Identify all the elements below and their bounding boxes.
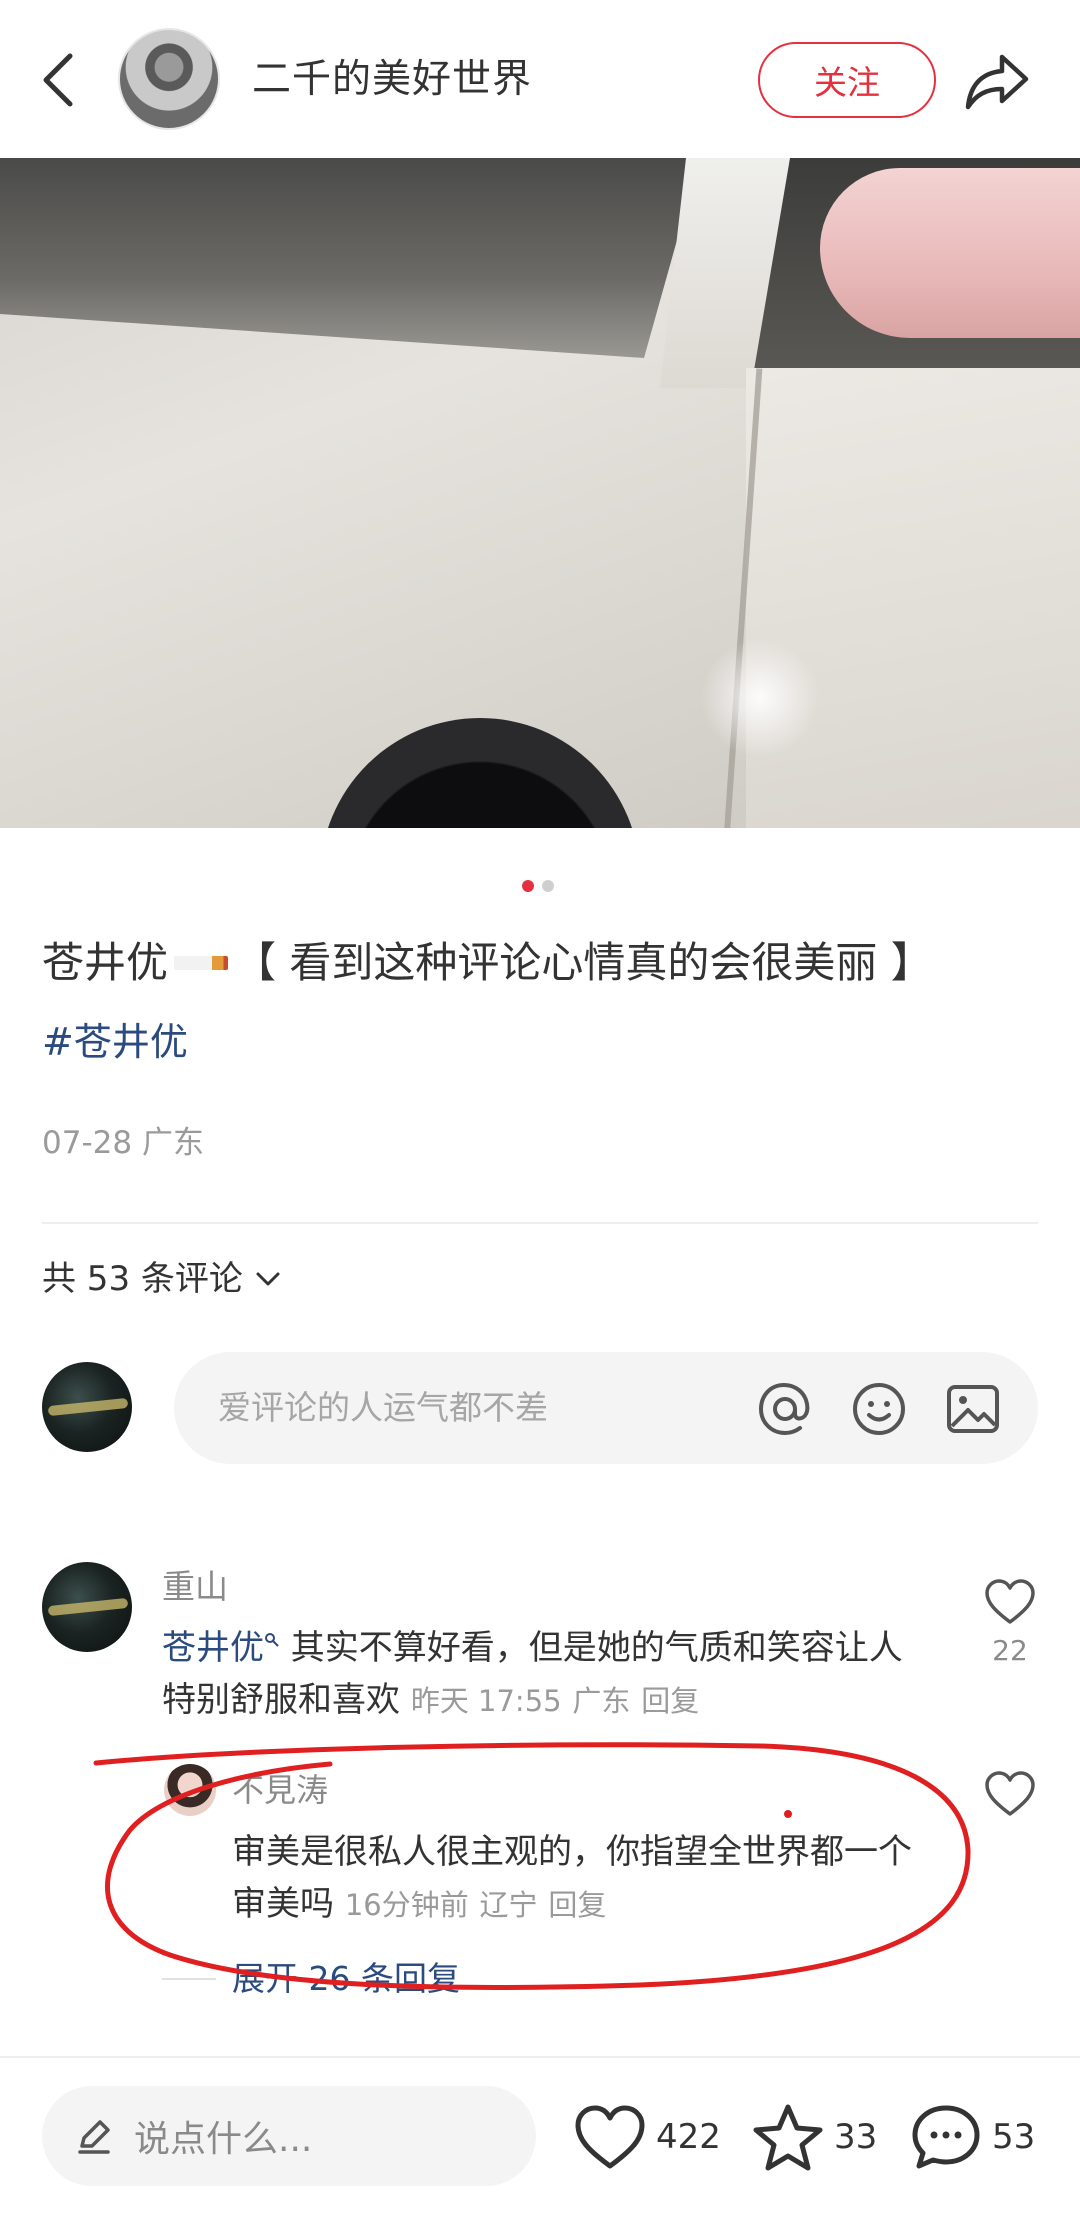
- heart-icon: [575, 2105, 645, 2169]
- reply-avatar[interactable]: [164, 1764, 216, 1816]
- heart-icon: [985, 1579, 1035, 1624]
- mention-button[interactable]: [756, 1380, 814, 1438]
- favorite-count: 33: [834, 2117, 878, 2157]
- comment-like-count: 22: [992, 1634, 1028, 1667]
- divider: [42, 1222, 1038, 1224]
- comments-sort-toggle[interactable]: 共 53 条评论: [42, 1254, 281, 1304]
- expand-replies[interactable]: 展开 26 条回复: [162, 1954, 460, 2004]
- cigarette-emoji: [174, 955, 229, 970]
- reply-user-name[interactable]: 不見涛: [232, 1766, 328, 1814]
- post-title-prefix: 苍井优: [42, 938, 169, 987]
- post-image[interactable]: [0, 158, 1080, 828]
- reply-text[interactable]: 审美是很私人很主观的，你指望全世界都一个审美吗 16分钟前 辽宁 回复: [232, 1826, 912, 1931]
- favorite-button[interactable]: 33: [752, 2094, 877, 2180]
- carousel-indicator: [522, 880, 554, 892]
- post-hashtag[interactable]: #苍井优: [42, 1012, 188, 1072]
- like-button[interactable]: 422: [574, 2094, 721, 2180]
- comment-button[interactable]: 53: [910, 2094, 1035, 2180]
- search-icon: [265, 1633, 279, 1647]
- light-glare: [700, 638, 820, 758]
- commenter-avatar[interactable]: [42, 1562, 132, 1652]
- author-avatar[interactable]: [118, 28, 220, 130]
- expand-divider: [162, 1978, 216, 1980]
- my-avatar: [42, 1362, 132, 1452]
- post-location: 广东: [141, 1125, 204, 1161]
- emoji-button[interactable]: [850, 1380, 908, 1438]
- post-meta: 07-28 广东: [42, 1120, 204, 1166]
- chevron-left-icon: [43, 53, 73, 107]
- back-button[interactable]: [30, 42, 86, 118]
- chat-bubble-icon: [912, 2105, 980, 2169]
- comment-location: 广东: [572, 1684, 631, 1718]
- comment-input[interactable]: 爱评论的人运气都不差: [174, 1352, 1038, 1464]
- comment-like-button[interactable]: [980, 1572, 1040, 1632]
- post-date: 07-28: [42, 1125, 133, 1161]
- bottom-comment-input[interactable]: 说点什么...: [42, 2086, 536, 2186]
- comment-count: 53: [992, 2117, 1036, 2157]
- share-button[interactable]: [962, 46, 1032, 116]
- expand-replies-label: 展开 26 条回复: [232, 1959, 460, 1998]
- reply-like-button[interactable]: [980, 1764, 1040, 1824]
- star-icon: [753, 2104, 823, 2171]
- reply-time: 16分钟前: [344, 1888, 469, 1922]
- pencil-icon: [72, 2114, 116, 2158]
- post-title: 苍井优 【 看到这种评论心情真的会很美丽 】: [42, 932, 1042, 994]
- bottom-input-placeholder: 说点什么...: [134, 2119, 313, 2160]
- carousel-dot-active: [522, 880, 534, 892]
- comment-time: 昨天 17:55: [410, 1684, 562, 1718]
- author-name[interactable]: 二千的美好世界: [252, 50, 532, 110]
- comment-mention[interactable]: 苍井优: [162, 1628, 264, 1668]
- car-window: [0, 158, 700, 358]
- carousel-dot: [542, 880, 554, 892]
- at-icon: [758, 1382, 810, 1436]
- wheel-arch: [320, 718, 640, 828]
- side-mirror: [820, 168, 1080, 338]
- commenter-name[interactable]: 重山: [162, 1562, 228, 1612]
- comment-input-placeholder: 爱评论的人运气都不差: [218, 1388, 548, 1427]
- heart-icon: [985, 1771, 1035, 1816]
- image-button[interactable]: [944, 1380, 1002, 1438]
- image-icon: [947, 1385, 999, 1433]
- comment-text[interactable]: 苍井优 其实不算好看，但是她的气质和笑容让人特别舒服和喜欢 昨天 17:55 广…: [162, 1622, 922, 1727]
- post-title-main: 【 看到这种评论心情真的会很美丽 】: [234, 938, 933, 987]
- car-door-panel: [746, 368, 1080, 828]
- reply-link[interactable]: 回复: [641, 1684, 699, 1718]
- reply-reply-link[interactable]: 回复: [548, 1888, 606, 1922]
- smiley-icon: [853, 1383, 905, 1435]
- reply-location: 辽宁: [479, 1888, 538, 1922]
- follow-button[interactable]: 关注: [758, 42, 936, 118]
- like-count: 422: [656, 2117, 721, 2157]
- comments-count-label: 共 53 条评论: [42, 1259, 243, 1299]
- chevron-down-icon: [256, 1272, 280, 1286]
- share-icon: [965, 54, 1029, 110]
